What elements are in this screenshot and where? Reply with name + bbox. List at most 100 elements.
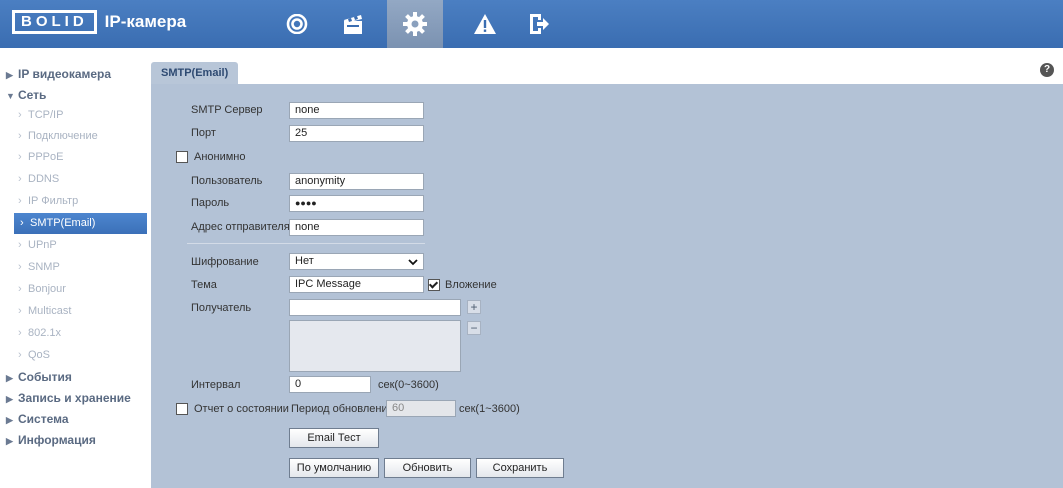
sidebar-item-label: TCP/IP: [28, 109, 64, 121]
triangle-down-icon: ▼: [6, 91, 15, 101]
encryption-label: Шифрование: [191, 256, 259, 268]
port-input[interactable]: 25: [289, 125, 424, 142]
email-test-button[interactable]: Email Тест: [289, 428, 379, 448]
sidebar-item-label: Multicast: [28, 305, 72, 317]
add-recipient-button[interactable]: +: [467, 300, 481, 314]
triangle-right-icon: ▶: [6, 394, 13, 404]
nav-logout[interactable]: [513, 0, 565, 48]
nav-playback[interactable]: [327, 0, 379, 48]
sidebar-item-ip-filter[interactable]: › IP Фильтр: [0, 191, 147, 212]
tab-smtp-email[interactable]: SMTP(Email): [151, 62, 239, 84]
sidebar-group-camera[interactable]: ▶ IP видеокамера: [0, 63, 147, 85]
recipient-list[interactable]: [289, 320, 461, 372]
sidebar-item-label: QoS: [28, 349, 51, 361]
sidebar-item-ddns[interactable]: › DDNS: [0, 169, 147, 190]
triangle-right-icon: ▶: [6, 415, 13, 425]
sidebar: ▶ IP видеокамера ▼ Сеть › TCP/IP › Подключен…: [0, 60, 147, 488]
update-period-input[interactable]: 60: [386, 400, 456, 417]
subject-input[interactable]: IPC Message: [289, 276, 424, 293]
encryption-value: Нет: [295, 255, 314, 267]
refresh-button[interactable]: Обновить: [384, 458, 471, 478]
eye-icon: [286, 14, 308, 34]
sidebar-item-label: PPPoE: [28, 151, 64, 163]
sidebar-item-label: 802.1x: [28, 327, 62, 339]
sidebar-group-label: IP видеокамера: [18, 67, 112, 81]
sidebar-item-multicast[interactable]: › Multicast: [0, 301, 147, 322]
sidebar-item-label: SMTP(Email): [30, 217, 96, 229]
sidebar-group-label: Сеть: [18, 88, 47, 102]
sidebar-item-qos[interactable]: › QoS: [0, 345, 147, 366]
anonymous-checkbox[interactable]: [176, 151, 188, 163]
interval-input[interactable]: 0: [289, 376, 371, 393]
sidebar-item-pppoe[interactable]: › PPPoE: [0, 147, 147, 168]
clapperboard-icon: [344, 15, 362, 34]
sidebar-item-label: IP Фильтр: [28, 195, 79, 207]
logo-text: BOLID: [12, 10, 97, 34]
triangle-right-icon: ▶: [6, 436, 13, 446]
sidebar-group-storage[interactable]: ▶ Запись и хранение: [0, 387, 147, 409]
sidebar-group-info[interactable]: ▶ Информация: [0, 429, 147, 451]
sidebar-group-system[interactable]: ▶ Система: [0, 408, 147, 430]
recipient-label: Получатель: [191, 302, 252, 314]
sidebar-group-label: Информация: [18, 433, 96, 447]
remove-recipient-button[interactable]: −: [467, 321, 481, 335]
sidebar-item-bonjour[interactable]: › Bonjour: [0, 279, 147, 300]
user-label: Пользователь: [191, 175, 263, 187]
chevron-right-icon: ›: [18, 349, 22, 361]
exit-icon: [530, 14, 549, 34]
sidebar-item-8021x[interactable]: › 802.1x: [0, 323, 147, 344]
health-report-label: Отчет о состоянии: [194, 403, 289, 415]
health-report-checkbox[interactable]: [176, 403, 188, 415]
gear-icon: [403, 12, 427, 36]
smtp-server-label: SMTP Сервер: [191, 104, 263, 116]
sidebar-item-snmp[interactable]: › SNMP: [0, 257, 147, 278]
logo: BOLID IP-камера: [12, 10, 186, 34]
default-button[interactable]: По умолчанию: [289, 458, 379, 478]
sidebar-item-tcpip[interactable]: › TCP/IP: [0, 105, 147, 126]
sidebar-item-connection[interactable]: › Подключение: [0, 126, 147, 147]
nav-settings[interactable]: [387, 0, 443, 48]
sidebar-group-label: События: [18, 370, 72, 384]
sidebar-group-label: Система: [18, 412, 69, 426]
sidebar-item-label: DDNS: [28, 173, 60, 185]
settings-panel: SMTP Сервер none Порт 25 Анонимно Пользо…: [151, 84, 1063, 488]
update-period-hint: сек(1~3600): [459, 403, 520, 415]
chevron-right-icon: ›: [18, 239, 22, 251]
nav-live-view[interactable]: [271, 0, 323, 48]
chevron-right-icon: ›: [18, 109, 22, 121]
sidebar-item-label: UPnP: [28, 239, 57, 251]
sidebar-item-label: Bonjour: [28, 283, 66, 295]
attachment-checkbox[interactable]: [428, 279, 440, 291]
triangle-right-icon: ▶: [6, 70, 13, 80]
warning-icon: [474, 14, 496, 34]
interval-hint: сек(0~3600): [378, 379, 439, 391]
nav-alarm[interactable]: [459, 0, 511, 48]
sidebar-group-label: Запись и хранение: [18, 391, 131, 405]
chevron-right-icon: ›: [18, 151, 22, 163]
sidebar-item-label: SNMP: [28, 261, 60, 273]
top-header: BOLID IP-камера: [0, 0, 1063, 48]
tab-bar: SMTP(Email) ?: [147, 60, 1063, 84]
chevron-down-icon: [408, 259, 418, 266]
sidebar-group-network[interactable]: ▼ Сеть: [0, 84, 147, 106]
save-button[interactable]: Сохранить: [476, 458, 564, 478]
sidebar-item-smtp[interactable]: › SMTP(Email): [14, 213, 147, 234]
sender-input[interactable]: none: [289, 219, 424, 236]
app-title: IP-камера: [104, 12, 187, 31]
sidebar-group-events[interactable]: ▶ События: [0, 366, 147, 388]
password-input[interactable]: ●●●●: [289, 195, 424, 212]
user-input[interactable]: anonymity: [289, 173, 424, 190]
interval-label: Интервал: [191, 379, 241, 391]
recipient-input[interactable]: [289, 299, 461, 316]
chevron-right-icon: ›: [20, 217, 24, 229]
help-icon[interactable]: ?: [1040, 63, 1054, 77]
chevron-right-icon: ›: [18, 130, 22, 142]
sidebar-item-upnp[interactable]: › UPnP: [0, 235, 147, 256]
chevron-right-icon: ›: [18, 327, 22, 339]
smtp-server-input[interactable]: none: [289, 102, 424, 119]
encryption-select[interactable]: Нет: [289, 253, 424, 270]
divider: [187, 243, 425, 244]
port-label: Порт: [191, 127, 216, 139]
chevron-right-icon: ›: [18, 283, 22, 295]
chevron-right-icon: ›: [18, 173, 22, 185]
